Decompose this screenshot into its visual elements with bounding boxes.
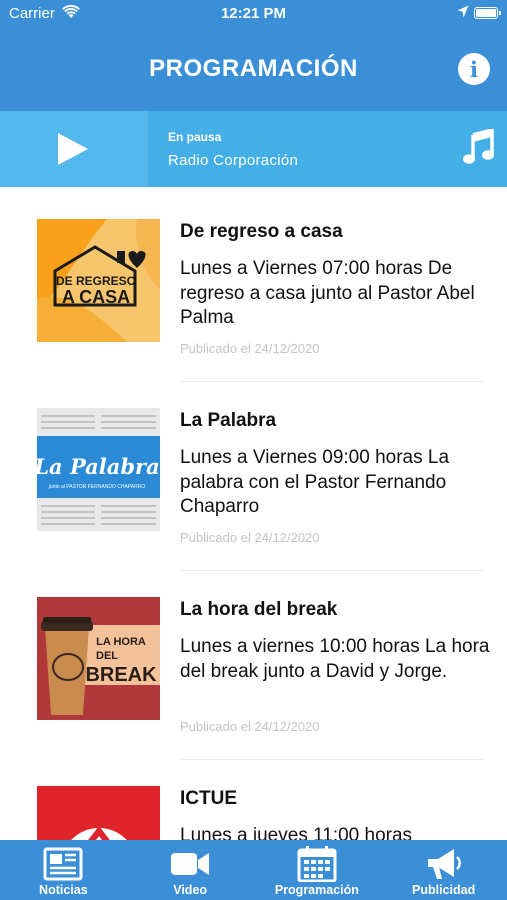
- program-title: La hora del break: [180, 599, 338, 620]
- play-icon: [58, 133, 88, 165]
- program-title: De regreso a casa: [180, 221, 343, 242]
- program-item[interactable]: La Palabra junto al PASTOR FERNANDO CHAP…: [0, 376, 507, 571]
- program-date: Publicado el 24/12/2020: [180, 719, 320, 734]
- megaphone-icon: [424, 846, 464, 882]
- program-thumbnail: LA HORA DEL BREAK: [37, 597, 160, 720]
- program-thumbnail: DE REGRESO A CASA: [37, 219, 160, 342]
- clock: 12:21 PM: [220, 5, 287, 22]
- program-thumbnail: [37, 786, 160, 840]
- newspaper-icon: [43, 846, 83, 882]
- tab-noticias[interactable]: Noticias: [0, 840, 127, 900]
- program-title: ICTUE: [180, 788, 237, 809]
- tab-label: Programación: [274, 883, 359, 897]
- program-date: Publicado el 24/12/2020: [180, 341, 320, 356]
- program-description: Lunes a jueves 11:00 horas: [180, 825, 413, 840]
- program-item[interactable]: DE REGRESO A CASA De regreso a casa Lune…: [0, 187, 507, 382]
- player-status: En pausa: [168, 130, 222, 144]
- video-camera-icon: [170, 846, 210, 882]
- program-item[interactable]: LA HORA DEL BREAK La hora del break Lune…: [0, 565, 507, 760]
- page-title: PROGRAMACIÓN: [149, 55, 358, 82]
- program-date: Publicado el 24/12/2020: [180, 530, 320, 545]
- battery-icon: [474, 7, 501, 19]
- program-thumbnail: La Palabra junto al PASTOR FERNANDO CHAP…: [37, 408, 160, 531]
- status-bar: Carrier 12:21 PM: [0, 0, 507, 28]
- thumb-text: La Palabra: [37, 454, 160, 479]
- station-name: Radio Corporación: [168, 152, 299, 169]
- program-title: La Palabra: [180, 410, 277, 431]
- tab-label: Publicidad: [412, 883, 476, 897]
- tab-video[interactable]: Video: [127, 840, 254, 900]
- thumb-text: A CASA: [62, 287, 130, 307]
- play-button[interactable]: [0, 111, 148, 187]
- thumb-text: DE REGRESO: [56, 274, 136, 288]
- info-icon: i: [470, 56, 478, 82]
- thumb-text: BREAK: [85, 664, 157, 686]
- program-description: Lunes a viernes 10:00 horas La hora del …: [180, 636, 490, 682]
- thumb-text: DEL: [96, 650, 118, 662]
- tab-label: Noticias: [39, 883, 88, 897]
- radio-player: En pausa Radio Corporación: [0, 111, 507, 187]
- program-item[interactable]: ICTUE Lunes a jueves 11:00 horas: [0, 754, 507, 840]
- tab-programacion[interactable]: Programación: [254, 840, 381, 900]
- music-note-icon: [463, 127, 495, 165]
- thumb-text: LA HORA: [96, 636, 146, 648]
- program-description: Lunes a Viernes 07:00 horas De regreso a…: [180, 258, 475, 328]
- nav-bar: PROGRAMACIÓN i: [0, 28, 507, 111]
- tab-publicidad[interactable]: Publicidad: [380, 840, 507, 900]
- info-button[interactable]: i: [458, 53, 490, 85]
- program-description: Lunes a Viernes 09:00 horas La palabra c…: [180, 447, 450, 517]
- tab-bar: Noticias Video Programación Publicidad: [0, 840, 507, 900]
- location-arrow-icon: [457, 5, 469, 22]
- thumb-text: junto al PASTOR FERNANDO CHAPARRO: [48, 484, 146, 490]
- program-list[interactable]: DE REGRESO A CASA De regreso a casa Lune…: [0, 187, 507, 840]
- tab-label: Video: [173, 883, 208, 897]
- calendar-icon: [297, 846, 337, 883]
